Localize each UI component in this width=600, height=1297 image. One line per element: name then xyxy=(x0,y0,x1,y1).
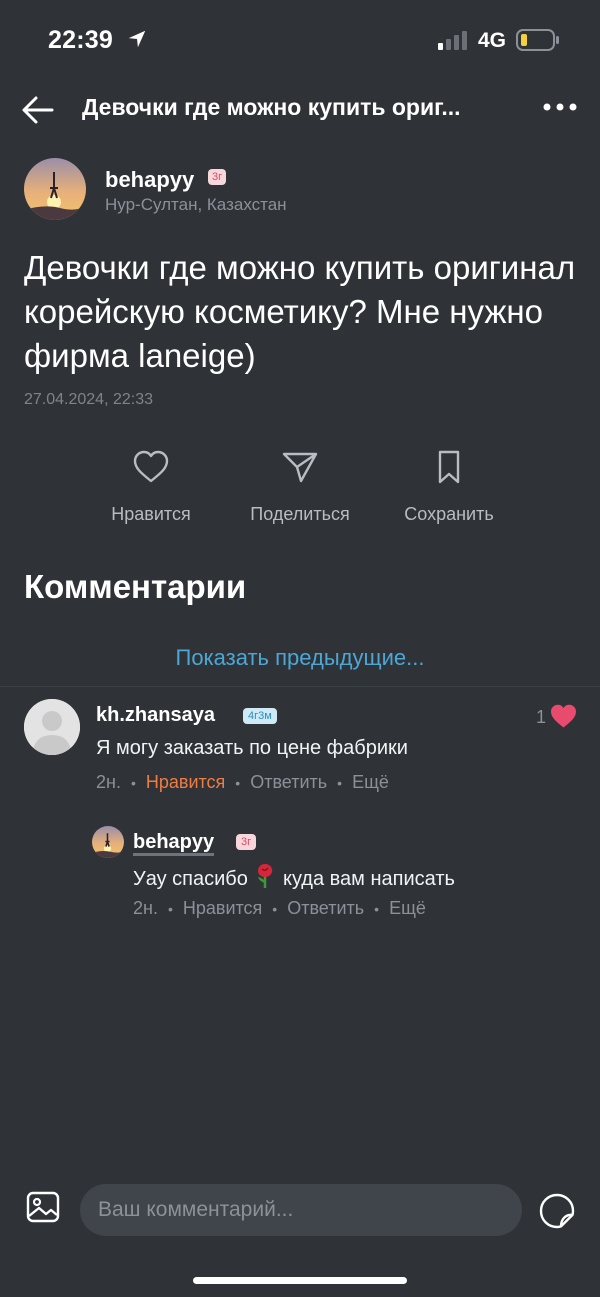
comment-time: 2н. xyxy=(96,772,121,792)
author-location: Нур-Султан, Казахстан xyxy=(105,195,287,214)
page-title: Девочки где можно купить ориг... xyxy=(82,94,461,120)
signal-icon xyxy=(438,31,467,50)
back-arrow-icon[interactable] xyxy=(20,92,56,128)
comment-more-button[interactable]: Ещё xyxy=(352,772,389,793)
author-avatar[interactable] xyxy=(24,158,86,220)
save-label: Сохранить xyxy=(404,504,494,524)
send-icon xyxy=(282,452,318,483)
post-timestamp: 27.04.2024, 22:33 xyxy=(24,391,154,408)
save-button[interactable]: Сохранить xyxy=(374,450,524,525)
location-arrow-icon xyxy=(128,30,146,48)
comment-reply-button[interactable]: Ответить xyxy=(250,772,327,793)
comment-text: Я могу заказать по цене фабрики xyxy=(96,737,408,759)
rose-emoji-icon xyxy=(258,864,273,888)
age-badge: 3г xyxy=(208,169,227,185)
home-indicator xyxy=(193,1277,407,1284)
reply-text-start: Уау спасибо xyxy=(133,868,248,890)
divider xyxy=(0,686,600,687)
post-text: Девочки где можно купить оригинал корейс… xyxy=(24,249,576,374)
bookmark-icon xyxy=(438,450,460,484)
comments-heading: Комментарии xyxy=(24,568,247,605)
reply-avatar[interactable] xyxy=(92,826,124,858)
status-time: 22:39 xyxy=(48,26,113,54)
sticker-icon[interactable] xyxy=(538,1192,576,1230)
reply-badge: 3г xyxy=(236,834,257,850)
network-type: 4G xyxy=(478,29,507,52)
comment-meta: 2н. • Нравится • Ответить • Ещё xyxy=(96,772,389,793)
battery-icon xyxy=(516,29,559,51)
comment-badge: 4г3м xyxy=(243,708,277,724)
heart-icon xyxy=(133,450,169,483)
reply-text-end: куда вам написать xyxy=(283,868,455,890)
like-label: Нравится xyxy=(111,504,191,524)
heart-icon[interactable] xyxy=(550,704,577,729)
reply-meta: 2н. • Нравится • Ответить • Ещё xyxy=(133,898,426,919)
author-name[interactable]: behapyy xyxy=(105,167,194,193)
comment-like-button[interactable]: Нравится xyxy=(146,772,225,793)
comment-author[interactable]: kh.zhansaya xyxy=(96,704,215,727)
comment-input[interactable] xyxy=(80,1184,522,1236)
more-icon[interactable] xyxy=(542,100,578,114)
reply-time: 2н. xyxy=(133,898,158,918)
reply-more-button[interactable]: Ещё xyxy=(389,898,426,919)
image-icon[interactable] xyxy=(26,1190,60,1224)
reply-reply-button[interactable]: Ответить xyxy=(287,898,364,919)
reply-like-button[interactable]: Нравится xyxy=(183,898,262,919)
reply-text: Уау спасибо куда вам написать xyxy=(133,863,455,891)
share-label: Поделиться xyxy=(250,504,350,524)
like-button[interactable]: Нравится xyxy=(76,450,226,525)
share-button[interactable]: Поделиться xyxy=(225,450,375,525)
show-previous-link[interactable]: Показать предыдущие... xyxy=(0,645,600,671)
comment-like-count: 1 xyxy=(536,707,547,727)
reply-author[interactable]: behapyy xyxy=(133,832,215,856)
comment-avatar[interactable] xyxy=(24,699,80,755)
